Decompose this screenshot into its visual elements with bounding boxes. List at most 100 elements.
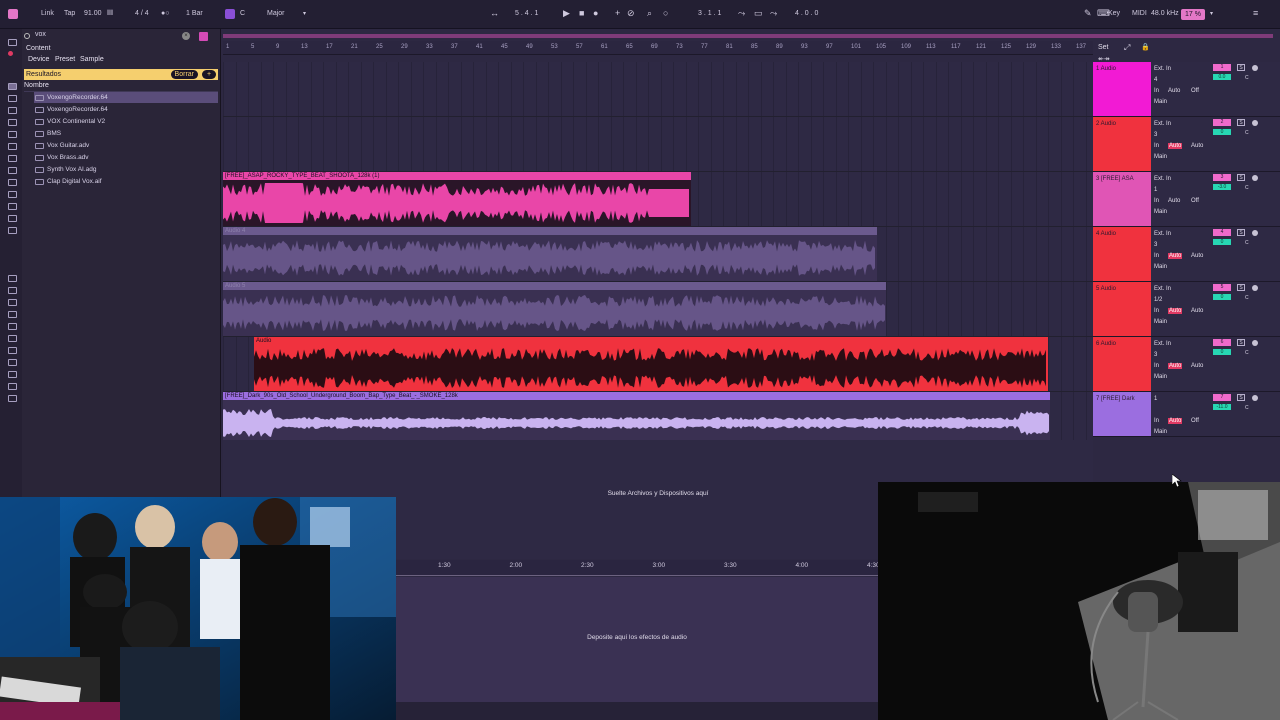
category-plugins-icon[interactable] <box>8 167 17 174</box>
monitor-in-button[interactable]: In <box>1154 253 1159 259</box>
arm-record-icon[interactable] <box>1252 340 1258 346</box>
places-folder-icon[interactable] <box>8 371 17 378</box>
list-item[interactable]: Vox Guitar.adv <box>34 140 218 151</box>
list-item[interactable]: BMS <box>34 128 218 139</box>
key-root-select[interactable]: C <box>240 10 245 17</box>
punch-in-icon[interactable]: ⤳ <box>738 8 745 19</box>
capture-icon[interactable]: ○ <box>663 8 668 18</box>
pan-knob[interactable]: C <box>1245 295 1249 301</box>
solo-button[interactable]: S <box>1237 394 1245 401</box>
output-select[interactable]: Main <box>1154 99 1167 105</box>
track-header[interactable]: 4 Audio Ext. In 3 In Auto Auto Main 4 0 S C <box>1093 227 1280 282</box>
pan-knob[interactable]: C <box>1245 405 1249 411</box>
solo-button[interactable]: S <box>1237 64 1245 71</box>
input-channel-select[interactable]: 1/2 <box>1154 297 1162 303</box>
automation-arm-icon[interactable]: ⊘ <box>627 8 635 19</box>
metronome-interval[interactable]: 1 Bar <box>186 10 203 17</box>
list-item[interactable]: Synth Vox AI.adg <box>34 164 218 175</box>
monitor-off-button[interactable]: Off <box>1191 198 1199 204</box>
overview-icon[interactable]: ≡ <box>1253 8 1258 18</box>
solo-button[interactable]: S <box>1237 284 1245 291</box>
volume-slider[interactable]: -3.0 <box>1213 184 1231 190</box>
monitor-in-button[interactable]: In <box>1154 198 1159 204</box>
key-toggle-icon[interactable] <box>225 9 235 19</box>
clear-search-icon[interactable]: × <box>182 32 190 40</box>
monitor-off-button[interactable]: Off <box>1191 88 1199 94</box>
track-activator-button[interactable]: 3 <box>1213 174 1231 181</box>
stop-icon[interactable]: ■ <box>579 8 584 18</box>
clip-title-bar[interactable] <box>254 337 1048 345</box>
filter-sample[interactable]: Sample <box>80 56 104 63</box>
category-audio-effects-icon[interactable] <box>8 131 17 138</box>
monitor-auto-button[interactable]: Auto <box>1168 253 1183 259</box>
chevron-down-icon[interactable]: ▾ <box>303 10 306 17</box>
output-select[interactable]: Main <box>1154 374 1167 380</box>
monitor-auto-button[interactable]: Auto <box>1168 143 1183 149</box>
volume-slider[interactable]: 0 <box>1213 129 1231 135</box>
chevron-down-icon[interactable]: ▾ <box>1210 10 1213 17</box>
loop-brace[interactable] <box>223 34 1273 38</box>
track-name[interactable]: 6 Audio <box>1096 341 1116 347</box>
places-folder-icon[interactable] <box>8 383 17 390</box>
solo-button[interactable]: S <box>1237 174 1245 181</box>
category-clips-icon[interactable] <box>8 179 17 186</box>
track-activator-button[interactable]: 2 <box>1213 119 1231 126</box>
input-type-select[interactable]: Ext. In <box>1154 66 1171 72</box>
audio-clip[interactable]: [FREE]_Dark_90s_Old_School_Underground_B… <box>223 392 1050 446</box>
track-name[interactable]: 7 [FREE] Dark <box>1096 396 1135 402</box>
monitor-in-button[interactable]: In <box>1154 418 1159 424</box>
places-cloud-icon[interactable] <box>8 287 17 294</box>
audio-clip[interactable]: Audio 5 <box>223 282 886 336</box>
input-channel-select[interactable]: 1 <box>1154 187 1157 193</box>
monitor-auto-button[interactable]: Auto <box>1168 88 1180 94</box>
track-header[interactable]: 3 [FREE] ASA Ext. In 1 In Auto Off Main 3 -3.0 S C <box>1093 172 1280 227</box>
name-column-header[interactable]: Nombre <box>24 82 218 92</box>
monitor-off-button[interactable]: Off <box>1191 418 1199 424</box>
play-icon[interactable]: ▶ <box>563 8 570 19</box>
loop-length[interactable]: 4 . 0 . 0 <box>795 10 818 17</box>
category-tunings-icon[interactable] <box>8 215 17 222</box>
track-name[interactable]: 2 Audio <box>1096 121 1116 127</box>
volume-slider[interactable]: 0.0 <box>1213 74 1231 80</box>
track-header[interactable]: 1 Audio Ext. In 4 In Auto Off Main 1 0.0 S C <box>1093 62 1280 117</box>
input-channel-select[interactable]: 3 <box>1154 242 1157 248</box>
filter-device[interactable]: Device <box>28 56 49 63</box>
tempo-field[interactable]: 91.00 <box>84 10 102 17</box>
clip-title-bar[interactable] <box>223 282 886 290</box>
output-select[interactable]: Main <box>1154 209 1167 215</box>
monitor-auto-button[interactable]: Auto <box>1168 198 1180 204</box>
track-activator-button[interactable]: 6 <box>1213 339 1231 346</box>
monitor-auto-button[interactable]: Auto <box>1168 308 1183 314</box>
overdub-icon[interactable]: + <box>615 8 620 18</box>
monitor-in-button[interactable]: In <box>1154 143 1159 149</box>
lock-icon[interactable]: 🔒 <box>1141 43 1150 51</box>
input-type-select[interactable]: Ext. In <box>1154 231 1171 237</box>
track-header[interactable]: 6 Audio Ext. In 3 In Auto Auto Main 6 0 S C <box>1093 337 1280 392</box>
volume-slider[interactable]: 0 <box>1213 239 1231 245</box>
pan-knob[interactable]: C <box>1245 185 1249 191</box>
places-folder-icon[interactable] <box>8 347 17 354</box>
audio-clip[interactable]: Audio <box>254 337 1048 391</box>
solo-button[interactable]: S <box>1237 119 1245 126</box>
nudge-icon[interactable]: ⦀⦀ <box>107 10 113 18</box>
track-header[interactable]: 2 Audio Ext. In 3 In Auto Auto Main 2 0 S C <box>1093 117 1280 172</box>
output-select[interactable]: Main <box>1154 264 1167 270</box>
input-channel-select[interactable]: 4 <box>1154 77 1157 83</box>
input-type-select[interactable]: 1 <box>1154 396 1157 402</box>
pan-knob[interactable]: C <box>1245 350 1249 356</box>
input-type-select[interactable]: Ext. In <box>1154 176 1171 182</box>
arm-record-icon[interactable] <box>1252 230 1258 236</box>
places-user-library-icon[interactable] <box>8 311 17 318</box>
category-modulators-icon[interactable] <box>8 155 17 162</box>
expand-icon[interactable]: ⤢ <box>1124 43 1130 53</box>
time-ruler[interactable]: 1:30 2:00 2:30 3:00 3:30 4:00 4:30 <box>396 560 880 576</box>
volume-slider[interactable]: -11.0 <box>1213 404 1231 410</box>
category-templates-icon[interactable] <box>8 227 17 234</box>
monitor-in-button[interactable]: In <box>1154 308 1159 314</box>
tap-button[interactable]: Tap <box>64 10 75 17</box>
category-midi-effects-icon[interactable] <box>8 143 17 150</box>
category-instruments-icon[interactable] <box>8 119 17 126</box>
add-folder-icon[interactable] <box>8 395 17 402</box>
monitor-auto-button[interactable]: Auto <box>1168 363 1183 369</box>
audio-clip[interactable]: Audio 4 <box>223 227 877 281</box>
